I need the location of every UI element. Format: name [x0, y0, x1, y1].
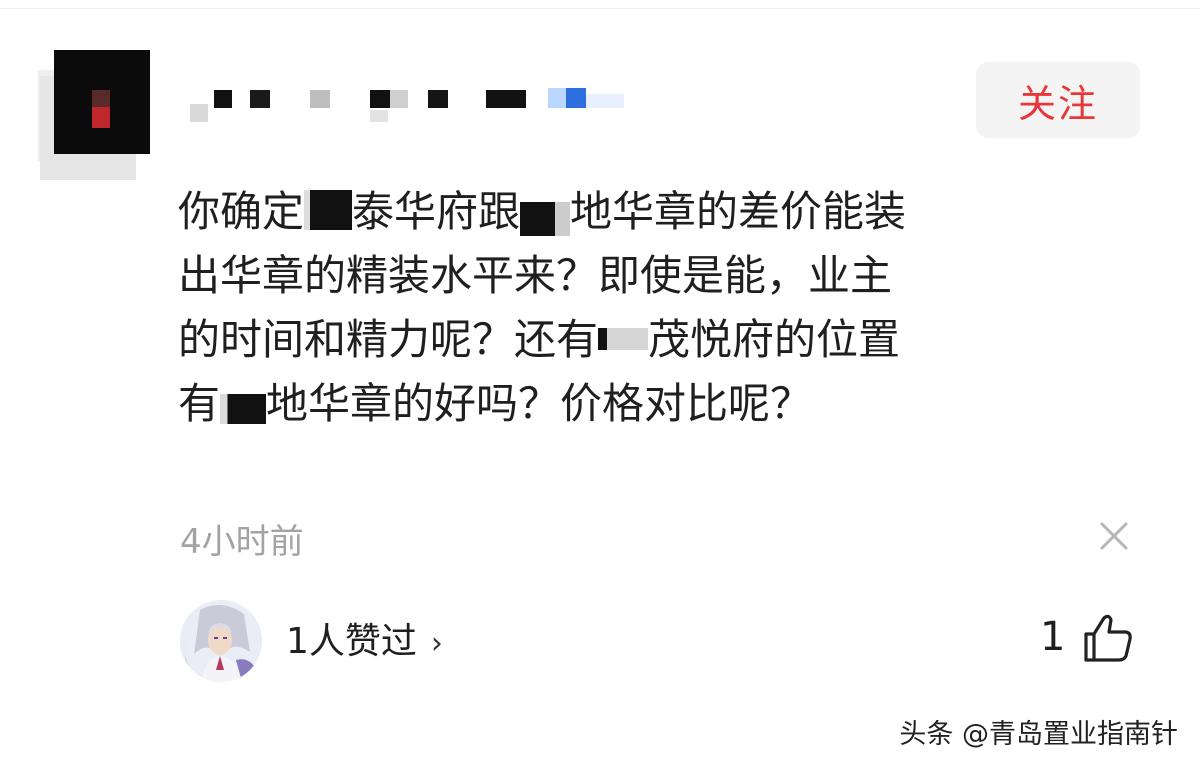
- comment-fragment: 地华章的差价能装: [570, 187, 907, 236]
- comment-line-3: 的时间和精力呢？还有 茂悦府的位置: [178, 308, 1118, 372]
- liker-avatar[interactable]: [180, 600, 262, 682]
- like-count: 1: [1040, 614, 1066, 660]
- pixel: [486, 90, 526, 108]
- chevron-right-icon: ›: [430, 626, 443, 661]
- thumbs-up-icon[interactable]: [1082, 612, 1134, 664]
- comment-timestamp: 4小时前: [180, 522, 304, 562]
- comment-line-1: 你确定 泰华府跟 地华章的差价能装: [178, 180, 1118, 244]
- watermark-text: 头条 @青岛置业指南针: [899, 719, 1178, 750]
- close-icon[interactable]: [1096, 518, 1132, 554]
- likers-link[interactable]: 1人赞过 ›: [286, 612, 443, 664]
- redacted-block: [520, 202, 571, 236]
- pixel: [190, 104, 208, 122]
- pixel: [214, 90, 232, 108]
- pixel: [586, 94, 624, 108]
- pixel: [250, 90, 270, 108]
- pixel: [566, 88, 586, 108]
- comment-line-2: 出华章的精装水平来？即使是能，业主: [178, 244, 1118, 308]
- liker-avatar-image: [180, 600, 262, 682]
- pixel: [370, 110, 388, 122]
- commenter-username-redacted[interactable]: [188, 86, 628, 122]
- pixel: [370, 90, 390, 108]
- pixel: [310, 90, 330, 108]
- redacted-block: [220, 394, 267, 424]
- avatar-redaction: [92, 90, 110, 128]
- comment-line-4: 有地华章的好吗？价格对比呢？: [178, 372, 1118, 436]
- top-divider: [0, 8, 1200, 9]
- pixel: [428, 90, 448, 108]
- commenter-avatar[interactable]: [54, 50, 150, 154]
- comment-fragment: 茂悦府的位置: [648, 315, 901, 364]
- comment-fragment: 有: [178, 379, 221, 428]
- comment-fragment: 的时间和精力呢？还有: [178, 315, 599, 364]
- comment-fragment: 你确定: [178, 187, 305, 236]
- comment-fragment: 泰华府跟: [352, 187, 521, 236]
- likers-text: 1人赞过: [286, 621, 417, 662]
- comment-fragment: 出华章的精装水平来？即使是能，业主: [178, 251, 893, 300]
- follow-button[interactable]: 关注: [976, 62, 1140, 138]
- pixel: [390, 90, 408, 108]
- redacted-block: [304, 190, 353, 230]
- comment-text: 你确定 泰华府跟 地华章的差价能装 出华章的精装水平来？即使是能，业主 的时间和精力…: [178, 180, 1118, 436]
- comment-fragment: 地华章的好吗？价格对比呢？: [266, 379, 813, 428]
- redacted-block: [598, 328, 649, 350]
